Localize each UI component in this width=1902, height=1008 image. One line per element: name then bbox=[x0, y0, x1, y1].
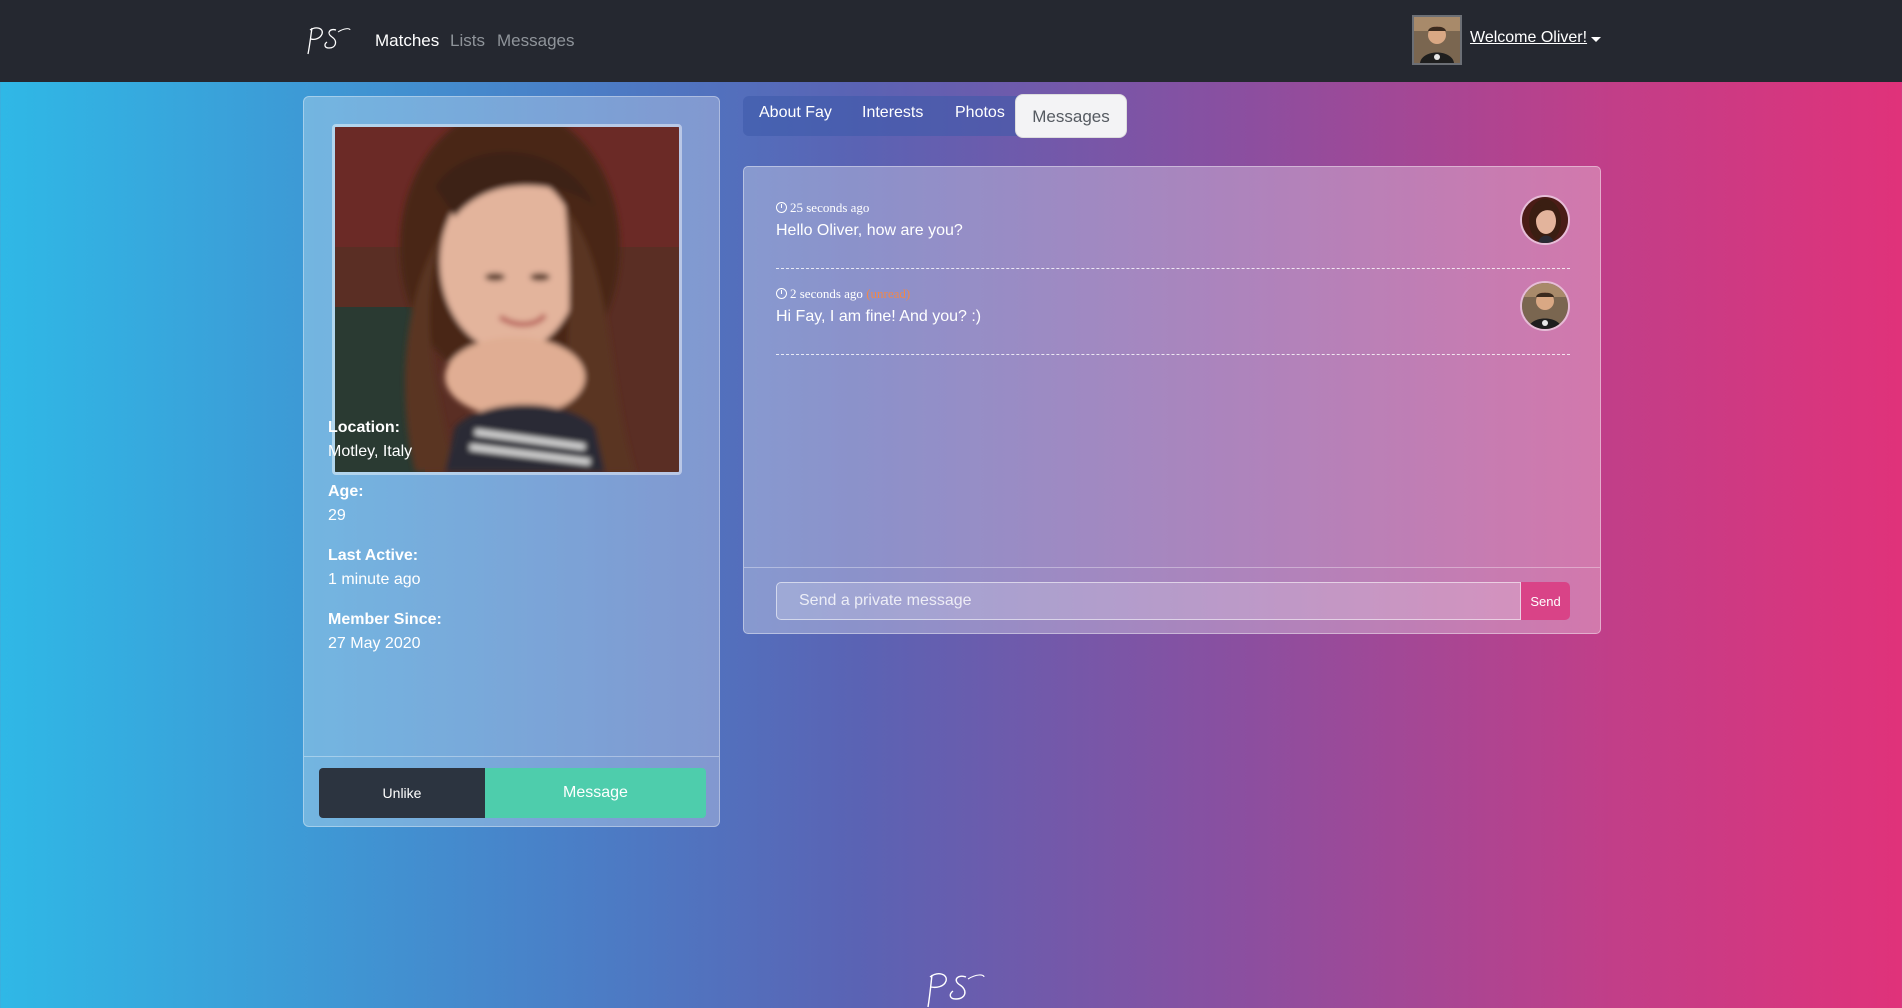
last-active-label: Last Active: bbox=[328, 547, 419, 564]
location-value: Motley, Italy bbox=[328, 443, 413, 460]
tab-about[interactable]: About Fay bbox=[759, 104, 832, 122]
message-meta: 2 seconds ago (unread) bbox=[776, 286, 910, 302]
brand-logo[interactable] bbox=[302, 24, 352, 60]
sender-avatar[interactable] bbox=[1520, 281, 1570, 331]
message-divider bbox=[776, 354, 1570, 355]
top-navbar: Matches Lists Messages Welcome Oliver! bbox=[0, 0, 1902, 82]
message-divider bbox=[776, 268, 1570, 269]
user-avatar[interactable] bbox=[1412, 15, 1462, 65]
message-time: 2 seconds ago bbox=[790, 286, 863, 301]
clock-icon bbox=[776, 288, 787, 299]
message-input[interactable] bbox=[776, 582, 1521, 620]
composer-divider bbox=[744, 567, 1600, 568]
profile-card: Location: Motley, Italy Age: 29 Last Act… bbox=[303, 96, 720, 827]
message-text: Hello Oliver, how are you? bbox=[776, 222, 963, 239]
messages-panel: 25 seconds ago Hello Oliver, how are you… bbox=[743, 166, 1601, 634]
welcome-user-menu[interactable]: Welcome Oliver! bbox=[1470, 29, 1587, 47]
unread-status: (unread) bbox=[866, 286, 911, 301]
sender-avatar[interactable] bbox=[1520, 195, 1570, 245]
card-divider bbox=[304, 756, 719, 757]
tab-messages[interactable]: Messages bbox=[1015, 94, 1127, 138]
clock-icon bbox=[776, 202, 787, 213]
footer-logo bbox=[927, 973, 985, 1008]
member-since-value: 27 May 2020 bbox=[328, 635, 421, 652]
message-meta: 25 seconds ago bbox=[776, 200, 869, 216]
nav-messages[interactable]: Messages bbox=[497, 31, 574, 51]
send-button[interactable]: Send bbox=[1521, 582, 1570, 620]
tab-interests[interactable]: Interests bbox=[862, 104, 923, 122]
last-active-value: 1 minute ago bbox=[328, 571, 421, 588]
message-text: Hi Fay, I am fine! And you? :) bbox=[776, 308, 982, 325]
age-label: Age: bbox=[328, 483, 364, 500]
member-since-label: Member Since: bbox=[328, 611, 442, 628]
message-time: 25 seconds ago bbox=[790, 200, 870, 215]
tab-photos[interactable]: Photos bbox=[955, 104, 1005, 122]
unlike-button[interactable]: Unlike bbox=[319, 768, 485, 818]
age-value: 29 bbox=[328, 507, 346, 524]
location-label: Location: bbox=[328, 419, 400, 436]
nav-lists[interactable]: Lists bbox=[450, 31, 485, 51]
chevron-down-icon[interactable] bbox=[1591, 37, 1601, 42]
message-button[interactable]: Message bbox=[485, 768, 706, 818]
nav-matches[interactable]: Matches bbox=[375, 31, 439, 51]
